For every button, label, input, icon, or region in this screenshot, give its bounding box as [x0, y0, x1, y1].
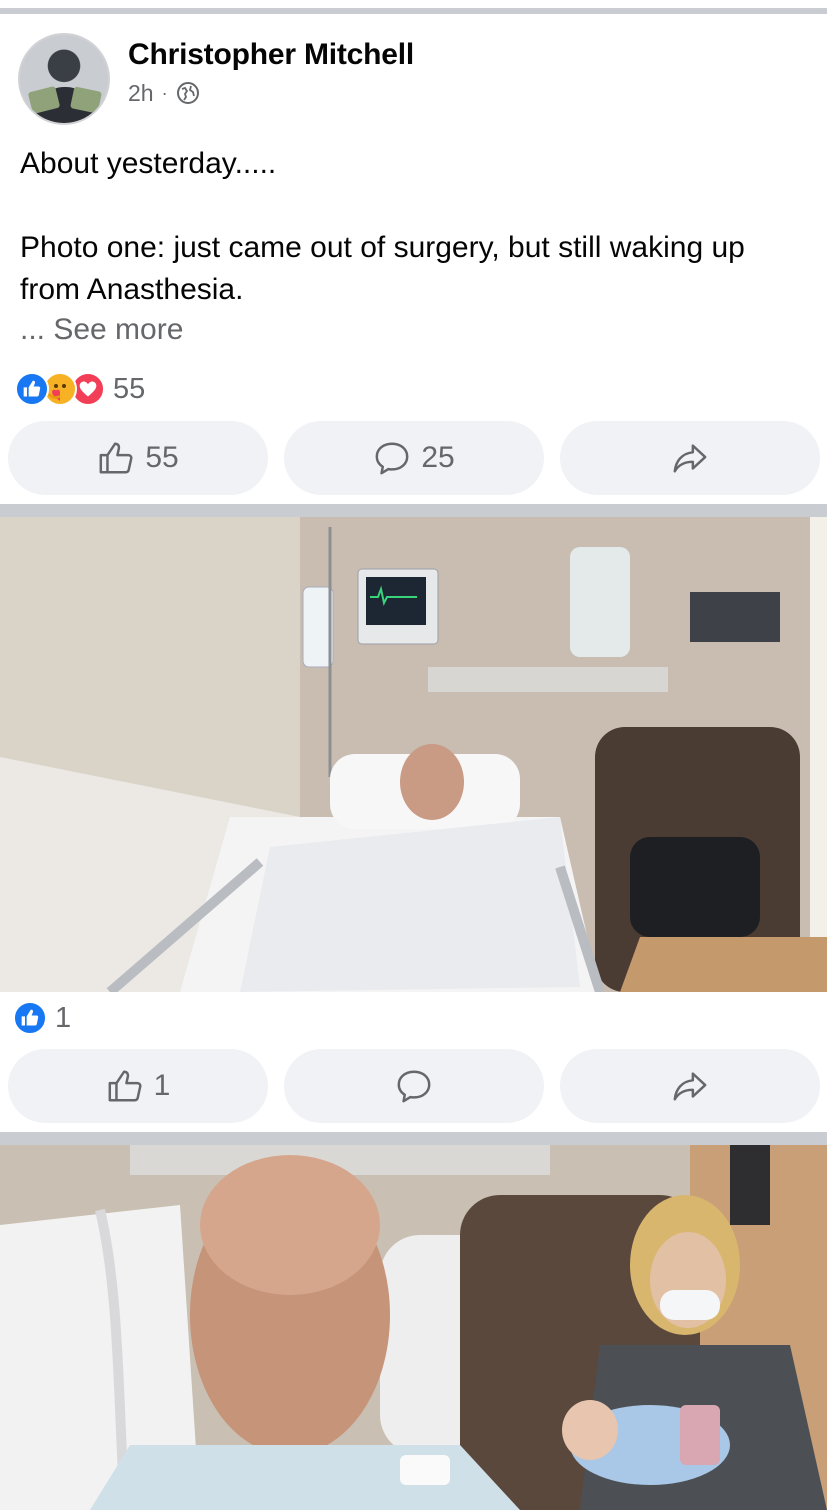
photo-1-comment-button[interactable] — [284, 1049, 544, 1123]
like-icon — [99, 442, 133, 474]
post-text-line-2: Photo one: just came out of surgery, but… — [20, 231, 745, 264]
post-meta: 2h · — [128, 78, 200, 108]
like-icon — [108, 1070, 142, 1102]
post-photo-2[interactable] — [0, 1145, 827, 1510]
post-text-line-3: from Anasthesia. — [20, 273, 244, 306]
meta-separator: · — [161, 82, 168, 103]
see-more-link[interactable]: ... See more — [20, 313, 183, 347]
photo-1-share-button[interactable] — [560, 1049, 820, 1123]
share-icon — [673, 1072, 707, 1101]
post-time[interactable]: 2h — [128, 80, 154, 107]
comment-icon — [375, 442, 409, 475]
like-button[interactable]: 55 — [8, 421, 268, 495]
share-button[interactable] — [560, 421, 820, 495]
post-text-line-1: About yesterday..... — [20, 147, 277, 180]
like-reaction-icon — [13, 1001, 47, 1035]
photo-1-reaction-count: 1 — [55, 1001, 72, 1034]
comment-icon — [397, 1070, 431, 1103]
photo-1-image — [0, 517, 827, 992]
comment-button[interactable]: 25 — [284, 421, 544, 495]
comment-count: 25 — [421, 441, 455, 474]
top-divider — [0, 8, 827, 14]
globe-icon — [176, 82, 199, 104]
author-avatar[interactable] — [18, 33, 110, 125]
like-reaction-icon — [15, 372, 49, 406]
reaction-count: 55 — [113, 372, 146, 405]
section-divider — [0, 1132, 827, 1145]
photo-1-like-count: 1 — [153, 1069, 171, 1102]
reactions-summary[interactable]: 55 — [15, 372, 145, 406]
photo-2-image — [0, 1145, 827, 1510]
share-icon — [673, 444, 707, 473]
author-name[interactable]: Christopher Mitchell — [128, 38, 414, 72]
like-count: 55 — [145, 441, 179, 474]
photo-1-reactions-summary[interactable]: 1 — [13, 1001, 71, 1035]
section-divider — [0, 504, 827, 517]
post-photo-1[interactable] — [0, 517, 827, 992]
photo-1-like-button[interactable]: 1 — [8, 1049, 268, 1123]
